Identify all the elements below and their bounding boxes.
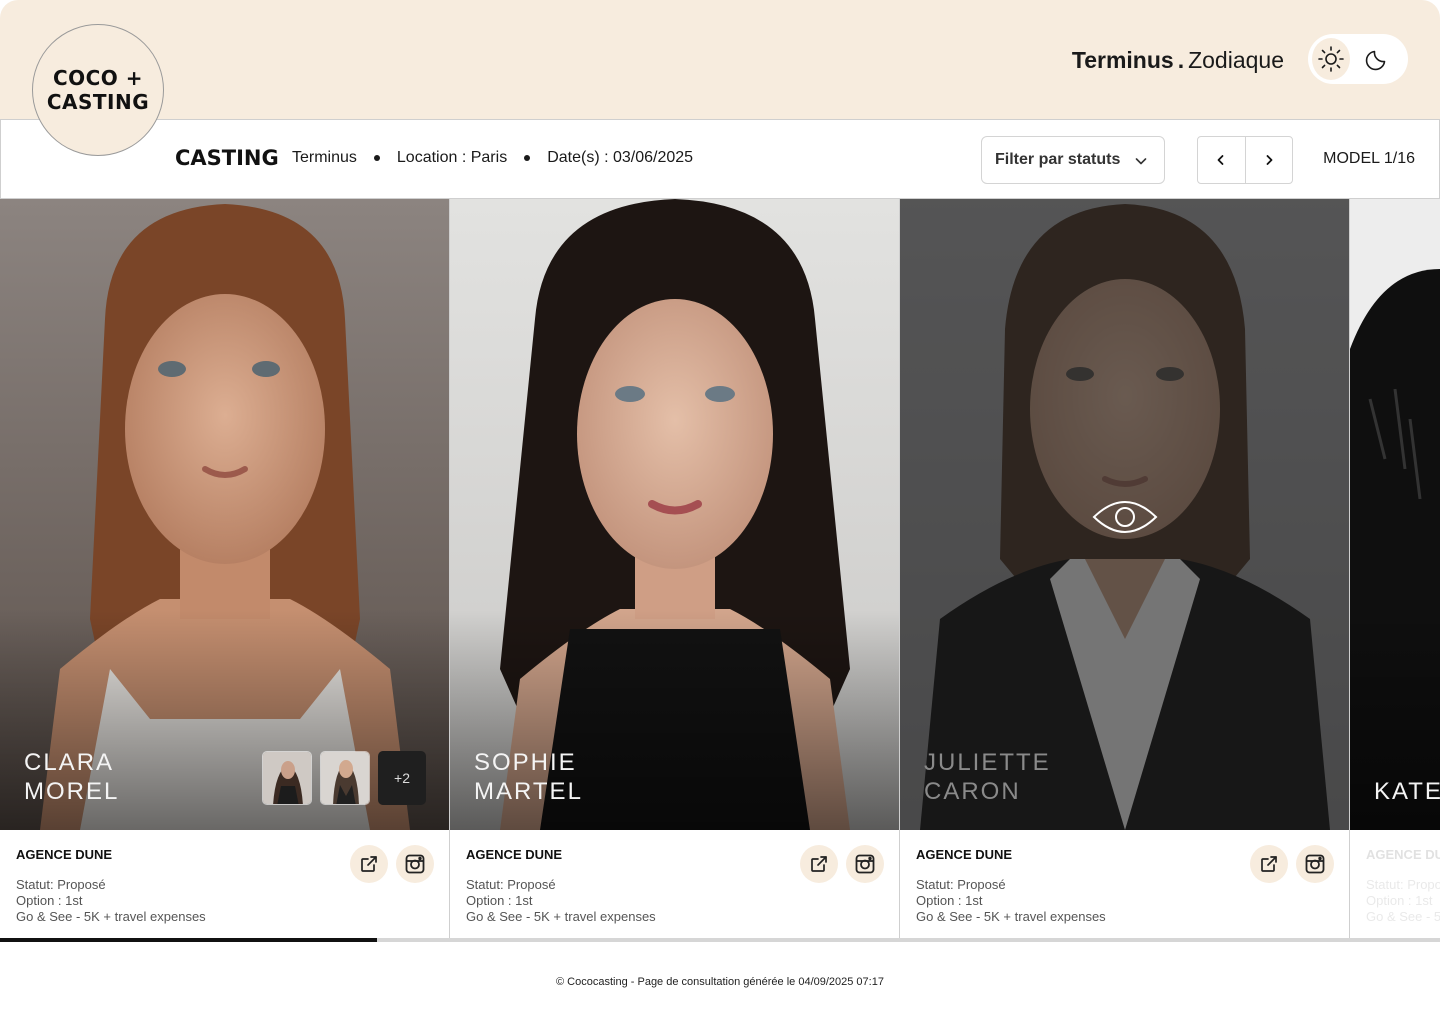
terms-text: Go & See - 5K + travel expenses [466,909,656,924]
agency-name: AGENCE DUNE [466,847,563,862]
model-photo[interactable]: JULIETTE CARON [900,199,1349,830]
casting-title: CASTING [175,146,279,170]
meta-location: Location : Paris [396,149,508,166]
model-status: Statut: Proposé Option : 1st Go & See - … [16,877,206,925]
model-name: KATE [1374,777,1440,806]
meta-dates: Date(s) : 03/06/2025 [547,149,694,166]
external-link-icon [811,856,827,872]
terms-text: Go & See - 5K [1366,909,1440,924]
instagram-icon [855,854,875,874]
previous-model-button[interactable] [1198,137,1245,183]
model-details: AGENCE DUNE Statut: Proposé Option : 1st… [0,830,449,940]
title-separator: . [1177,46,1185,73]
logo-line-1: COCO + [52,66,144,90]
model-status: Statut: Proposé Option : 1st Go & See - … [1366,877,1440,925]
status-text: Statut: Proposé [1366,877,1440,892]
model-status: Statut: Proposé Option : 1st Go & See - … [916,877,1106,925]
model-card[interactable]: CLARA MOREL +2 AGENCE DUNE Statut: Propo… [0,199,450,940]
page-footer: © Cococasting - Page de consultation gén… [556,976,884,988]
model-first-name: CLARA [24,749,115,776]
agency-name: AGENCE DUNE [1366,847,1440,862]
model-last-name: MARTEL [474,778,583,805]
agency-name: AGENCE DUNE [16,847,113,862]
casting-info-bar: CASTING Terminus Location : Paris Date(s… [0,119,1440,199]
next-model-button[interactable] [1244,137,1292,183]
instagram-icon [405,854,425,874]
instagram-button[interactable] [396,845,434,883]
sun-icon [1318,46,1344,72]
moon-icon [1365,50,1386,71]
model-details: AGENCE DUNE Statut: Proposé Option : 1st… [900,830,1349,940]
eye-icon[interactable] [1092,493,1158,541]
top-header: Terminus. Zodiaque [0,0,1440,120]
model-photo[interactable]: KATE [1350,199,1440,830]
bullet-separator [373,155,380,161]
chevron-right-icon [1266,155,1273,165]
open-profile-button[interactable] [800,845,838,883]
model-details: AGENCE DUNE Statut: Proposé Option : 1st… [1350,830,1440,940]
option-text: Option : 1st [1366,893,1433,908]
open-profile-button[interactable] [350,845,388,883]
light-mode-button[interactable] [1312,38,1350,80]
chevron-down-icon [1135,158,1147,165]
agency-name: AGENCE DUNE [916,847,1013,862]
meta-client: Terminus [292,149,357,166]
terms-text: Go & See - 5K + travel expenses [16,909,206,924]
status-text: Statut: Proposé [466,877,556,892]
model-first-name: KATE [1374,778,1440,805]
photo-thumbnail[interactable] [320,751,370,805]
logo-line-2: CASTING [46,90,150,114]
external-link-icon [361,856,377,872]
project-title: Terminus. Zodiaque [1072,44,1284,76]
chevron-left-icon [1218,155,1224,165]
model-photo[interactable]: SOPHIE MARTEL [450,199,899,830]
model-name: CLARA MOREL [24,748,119,806]
model-card[interactable]: KATE AGENCE DUNE Statut: Proposé Option … [1350,199,1440,940]
model-details: AGENCE DUNE Statut: Proposé Option : 1st… [450,830,899,940]
photo-thumbnail[interactable] [262,751,312,805]
dark-mode-button[interactable] [1358,38,1396,80]
status-filter-dropdown[interactable]: Filter par statuts [981,136,1165,184]
terms-text: Go & See - 5K + travel expenses [916,909,1106,924]
model-card[interactable]: JULIETTE CARON AGENCE DUNE Statut: Propo… [900,199,1350,940]
model-name: SOPHIE MARTEL [474,748,583,806]
carousel-progress-bar[interactable] [0,938,1440,942]
bullet-separator [524,155,531,161]
instagram-button[interactable] [1296,845,1334,883]
option-text: Option : 1st [466,893,533,908]
casting-meta: Terminus Location : Paris Date(s) : 03/0… [292,149,693,167]
more-photos-button[interactable]: +2 [378,751,426,805]
project-name: Zodiaque [1188,46,1284,73]
client-name: Terminus [1071,46,1174,73]
model-pagination [1197,136,1293,184]
theme-toggle[interactable] [1308,34,1408,84]
model-last-name: CARON [924,778,1021,805]
status-text: Statut: Proposé [916,877,1006,892]
model-first-name: JULIETTE [924,749,1051,776]
status-text: Statut: Proposé [16,877,106,892]
photo-thumbnails: +2 [262,751,426,805]
model-photo[interactable]: CLARA MOREL +2 [0,199,449,830]
carousel-progress-fill [0,938,378,942]
model-name: JULIETTE CARON [924,748,1051,806]
external-link-icon [1261,856,1277,872]
option-text: Option : 1st [16,893,83,908]
instagram-button[interactable] [846,845,884,883]
instagram-icon [1305,854,1325,874]
model-card[interactable]: SOPHIE MARTEL AGENCE DUNE Statut: Propos… [450,199,900,940]
model-carousel[interactable]: CLARA MOREL +2 AGENCE DUNE Statut: Propo… [0,199,1440,941]
status-filter-label: Filter par statuts [995,151,1121,168]
casting-page: Terminus. Zodiaque COCO + CASTING CASTIN… [0,0,1440,1024]
open-profile-button[interactable] [1250,845,1288,883]
cococasting-logo[interactable]: COCO + CASTING [32,24,164,156]
model-last-name: MOREL [24,778,120,805]
model-status: Statut: Proposé Option : 1st Go & See - … [466,877,656,925]
model-counter: MODEL 1/16 [1323,150,1415,167]
model-first-name: SOPHIE [474,749,577,776]
option-text: Option : 1st [916,893,983,908]
